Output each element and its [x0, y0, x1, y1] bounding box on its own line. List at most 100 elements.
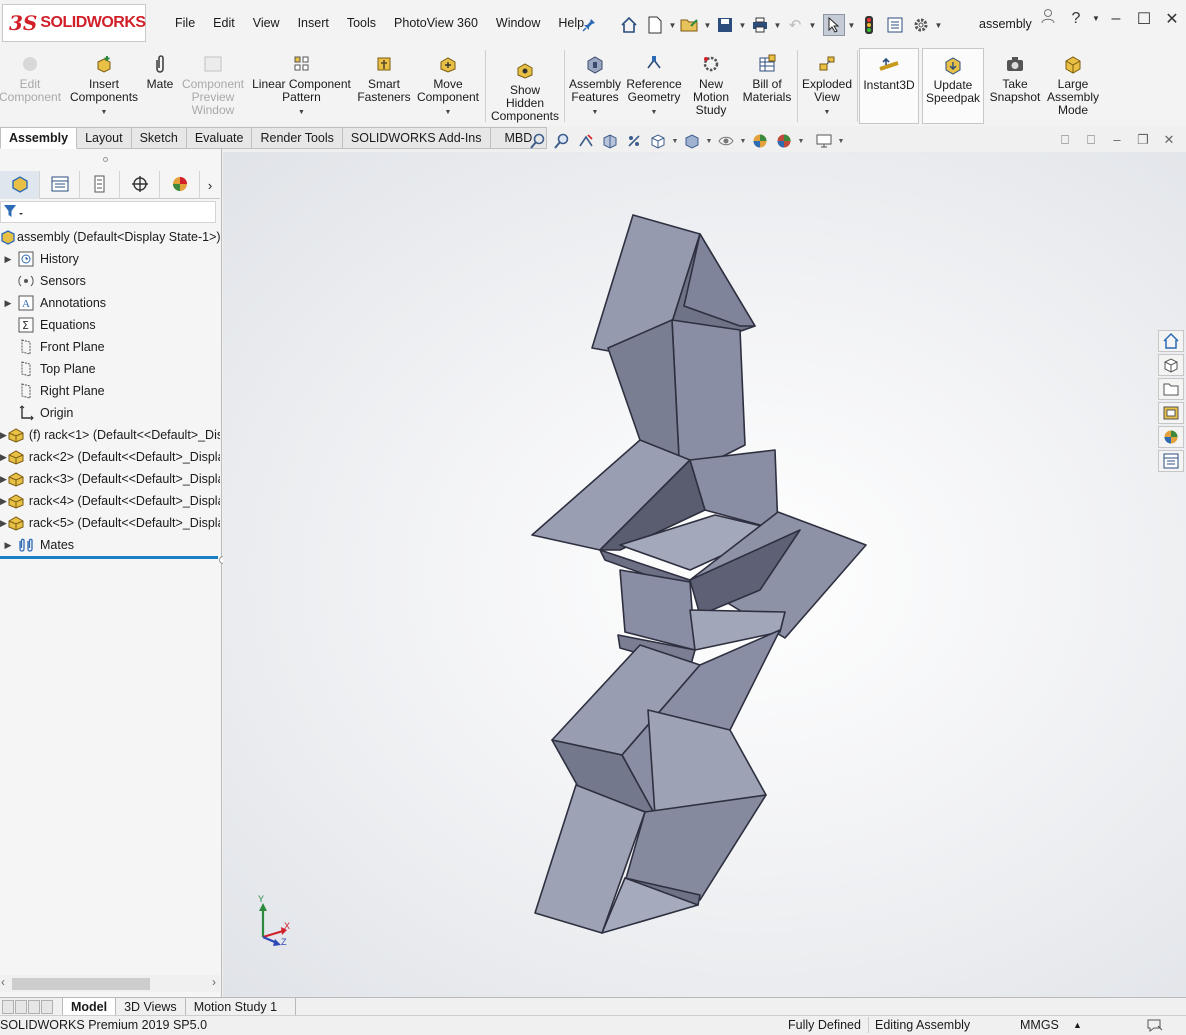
update-speedpak-button[interactable]: Update Speedpak	[922, 48, 984, 124]
chevron-down-icon[interactable]: ▼	[808, 21, 817, 30]
view-palette-icon[interactable]	[1158, 402, 1184, 424]
expand-arrow-icon[interactable]: ▶	[0, 430, 7, 441]
tree-item-origin[interactable]: Origin	[0, 402, 220, 424]
menu-tools[interactable]: Tools	[338, 16, 385, 30]
tab-sketch[interactable]: Sketch	[131, 127, 187, 149]
tree-item-history[interactable]: ▶ History	[0, 248, 220, 270]
rollback-bar[interactable]	[0, 556, 218, 559]
move-component-button[interactable]: Move Component ▼	[414, 52, 482, 119]
section-view-icon[interactable]	[598, 131, 622, 151]
expand-arrow-icon[interactable]: ▶	[0, 298, 16, 309]
viewport-minimize-icon[interactable]: –	[1104, 132, 1130, 148]
tab-3d-views[interactable]: 3D Views	[116, 997, 186, 1016]
chevron-down-icon[interactable]: ▼	[773, 21, 782, 30]
previous-tab-icon[interactable]	[15, 999, 27, 1014]
file-properties-icon[interactable]	[884, 14, 906, 36]
maximize-icon[interactable]: ☐	[1130, 9, 1158, 29]
chevron-down-icon[interactable]: ▼	[1090, 14, 1102, 23]
tree-item-equations[interactable]: Σ Equations	[0, 314, 220, 336]
undo-icon[interactable]: ↶	[784, 14, 806, 36]
rebuild-icon[interactable]	[858, 14, 880, 36]
large-assembly-mode-button[interactable]: Large Assembly Mode	[1046, 52, 1100, 117]
show-hidden-components-button[interactable]: Show Hidden Components	[489, 58, 561, 123]
tree-item-rack-5[interactable]: ▶ rack<5> (Default<<Default>_Display Sta…	[0, 512, 220, 534]
chevron-down-icon[interactable]: ▼	[738, 138, 748, 145]
bill-of-materials-button[interactable]: Bill of Materials	[740, 52, 794, 104]
tree-root-assembly[interactable]: assembly (Default<Display State-1>)	[0, 226, 220, 248]
menu-window[interactable]: Window	[487, 16, 549, 30]
view-orientation-icon[interactable]	[646, 131, 670, 151]
viewport-close-icon[interactable]: ✕	[1156, 132, 1182, 148]
solidworks-logo[interactable]: 3S SOLIDWORKS	[2, 4, 146, 42]
new-motion-study-button[interactable]: New Motion Study	[688, 52, 734, 117]
zoom-to-fit-icon[interactable]	[526, 131, 550, 151]
appearances-scenes-icon[interactable]	[1158, 426, 1184, 448]
tree-item-sensors[interactable]: Sensors	[0, 270, 220, 292]
tab-assembly[interactable]: Assembly	[0, 127, 78, 149]
expand-arrow-icon[interactable]: ▶	[0, 474, 7, 485]
chevron-down-icon[interactable]: ▼	[101, 106, 108, 119]
tab-layout[interactable]: Layout	[77, 127, 132, 149]
scroll-left-icon[interactable]: ‹	[1, 975, 5, 989]
user-icon[interactable]	[1034, 8, 1062, 29]
tree-item-rack-4[interactable]: ▶ rack<4> (Default<<Default>_Display Sta…	[0, 490, 220, 512]
save-icon[interactable]	[714, 14, 736, 36]
expand-arrow-icon[interactable]: ▶	[0, 496, 7, 507]
chevron-down-icon[interactable]: ▼	[298, 106, 305, 119]
minimize-icon[interactable]: –	[1102, 10, 1130, 28]
tab-display-manager[interactable]	[160, 171, 200, 199]
custom-properties-icon[interactable]	[1158, 450, 1184, 472]
tabs-scroll-right[interactable]: ›	[200, 171, 220, 199]
expand-arrow-icon[interactable]: ▶	[0, 518, 7, 529]
scroll-right-icon[interactable]: ›	[212, 975, 216, 989]
solidworks-resources-home-icon[interactable]	[1158, 330, 1184, 352]
status-message-icon[interactable]	[1146, 1017, 1164, 1035]
tab-addins[interactable]: SOLIDWORKS Add-Ins	[342, 127, 491, 149]
chevron-down-icon[interactable]: ▼	[668, 21, 677, 30]
graphics-area[interactable]: Y X Z	[223, 152, 1186, 997]
take-snapshot-button[interactable]: Take Snapshot	[988, 52, 1042, 104]
design-library-icon[interactable]	[1158, 354, 1184, 376]
menu-file[interactable]: File	[166, 16, 204, 30]
hide-show-items-icon[interactable]	[714, 131, 738, 151]
tab-feature-tree[interactable]	[0, 171, 40, 199]
tab-property-manager[interactable]	[40, 171, 80, 199]
open-icon[interactable]	[679, 14, 701, 36]
select-icon[interactable]	[823, 14, 845, 36]
apply-scene-icon[interactable]	[772, 131, 796, 151]
next-tab-icon[interactable]	[28, 999, 40, 1014]
expand-arrow-icon[interactable]: ▶	[0, 452, 7, 463]
expand-arrow-icon[interactable]: ▶	[0, 540, 16, 551]
menu-insert[interactable]: Insert	[289, 16, 338, 30]
chevron-down-icon[interactable]: ▼	[670, 138, 680, 145]
pin-icon[interactable]	[578, 14, 600, 36]
viewport-left-icon[interactable]: ⎕	[1052, 132, 1078, 148]
tab-model[interactable]: Model	[62, 997, 117, 1016]
chevron-down-icon[interactable]: ▼	[703, 21, 712, 30]
chevron-down-icon[interactable]: ▼	[592, 106, 599, 119]
menu-photoview[interactable]: PhotoView 360	[385, 16, 487, 30]
linear-pattern-button[interactable]: Linear Component Pattern ▼	[250, 52, 353, 119]
help-icon[interactable]: ?	[1062, 10, 1090, 28]
new-document-icon[interactable]	[644, 14, 666, 36]
close-icon[interactable]: ✕	[1158, 9, 1186, 29]
zoom-to-area-icon[interactable]	[550, 131, 574, 151]
instant3d-button[interactable]: Instant3D	[859, 48, 919, 124]
tree-item-annotations[interactable]: ▶ A Annotations	[0, 292, 220, 314]
last-tab-icon[interactable]	[41, 999, 53, 1014]
chevron-down-icon[interactable]: ▼	[704, 138, 714, 145]
view-settings-icon[interactable]	[812, 131, 836, 151]
home-icon[interactable]	[618, 14, 640, 36]
exploded-view-button[interactable]: Exploded View ▼	[800, 52, 854, 119]
mate-button[interactable]: Mate	[143, 52, 177, 91]
menu-edit[interactable]: Edit	[204, 16, 244, 30]
tab-dimxpert-manager[interactable]	[120, 171, 160, 199]
edit-appearance-icon[interactable]	[748, 131, 772, 151]
first-tab-icon[interactable]	[2, 999, 14, 1014]
print-icon[interactable]	[749, 14, 771, 36]
status-units[interactable]: MMGS	[1020, 1018, 1059, 1032]
pane-splitter-handle[interactable]	[103, 157, 108, 162]
tab-configuration-manager[interactable]	[80, 171, 120, 199]
tree-item-right-plane[interactable]: Right Plane	[0, 380, 220, 402]
chevron-down-icon[interactable]: ▼	[445, 106, 452, 119]
